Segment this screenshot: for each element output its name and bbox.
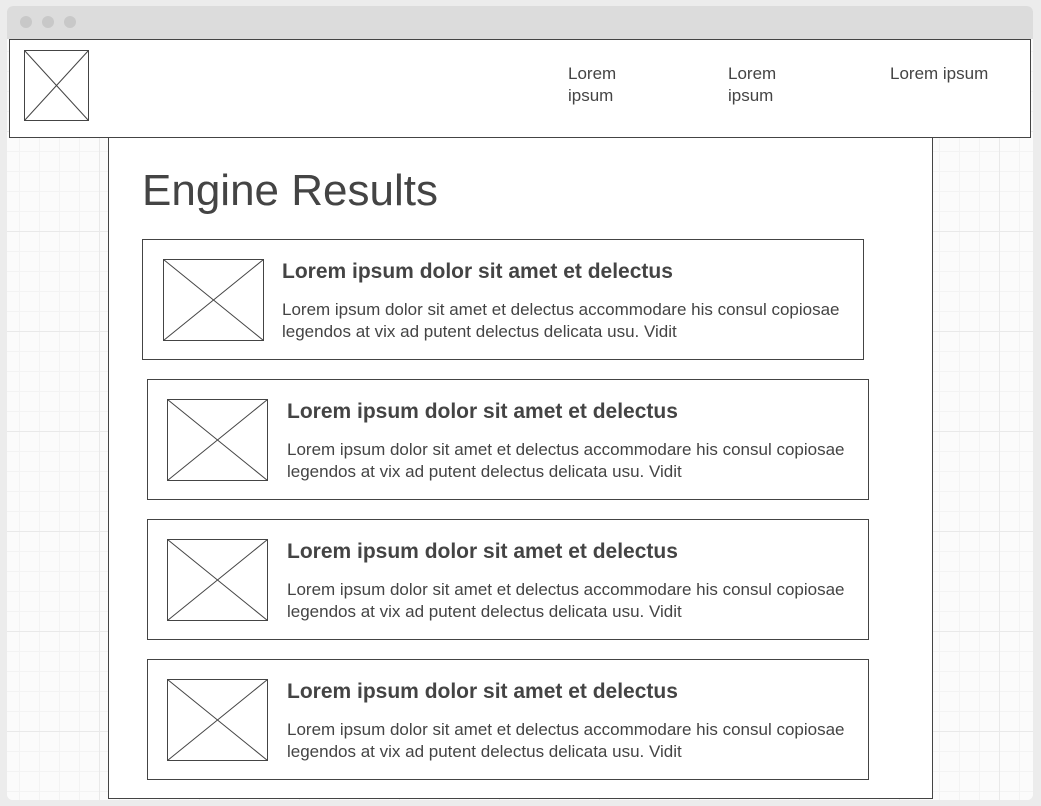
result-thumbnail-placeholder-icon	[163, 259, 264, 341]
result-title[interactable]: Lorem ipsum dolor sit amet et delectus	[287, 399, 678, 425]
result-card[interactable]: Lorem ipsum dolor sit amet et delectus L…	[147, 379, 869, 500]
result-thumbnail-placeholder-icon	[167, 679, 268, 761]
result-snippet: Lorem ipsum dolor sit amet et delectus a…	[287, 720, 845, 761]
site-header: Lorem ipsum Lorem ipsum Lorem ipsum	[9, 39, 1031, 138]
page-title: Engine Results	[142, 166, 438, 215]
logo-image-placeholder-icon[interactable]	[24, 50, 89, 121]
result-snippet: Lorem ipsum dolor sit amet et delectus a…	[287, 440, 845, 481]
nav-link-2[interactable]: Lorem ipsum	[728, 63, 798, 107]
nav-link-1[interactable]: Lorem ipsum	[568, 63, 638, 107]
result-snippet: Lorem ipsum dolor sit amet et delectus a…	[282, 300, 840, 341]
result-title[interactable]: Lorem ipsum dolor sit amet et delectus	[282, 259, 673, 285]
result-thumbnail-placeholder-icon	[167, 399, 268, 481]
nav-link-3[interactable]: Lorem ipsum	[890, 63, 1020, 85]
minimize-window-dot[interactable]	[42, 16, 54, 28]
main-content: Engine Results Lorem ipsum dolor sit ame…	[108, 136, 933, 799]
page-canvas: Lorem ipsum Lorem ipsum Lorem ipsum Engi…	[7, 39, 1033, 800]
result-thumbnail-placeholder-icon	[167, 539, 268, 621]
result-card[interactable]: Lorem ipsum dolor sit amet et delectus L…	[147, 519, 869, 640]
browser-window: Lorem ipsum Lorem ipsum Lorem ipsum Engi…	[7, 6, 1033, 800]
result-title[interactable]: Lorem ipsum dolor sit amet et delectus	[287, 679, 678, 705]
close-window-dot[interactable]	[20, 16, 32, 28]
maximize-window-dot[interactable]	[64, 16, 76, 28]
result-card[interactable]: Lorem ipsum dolor sit amet et delectus L…	[142, 239, 864, 360]
result-snippet: Lorem ipsum dolor sit amet et delectus a…	[287, 580, 845, 621]
result-card[interactable]: Lorem ipsum dolor sit amet et delectus L…	[147, 659, 869, 780]
result-title[interactable]: Lorem ipsum dolor sit amet et delectus	[287, 539, 678, 565]
window-titlebar	[7, 6, 1033, 39]
